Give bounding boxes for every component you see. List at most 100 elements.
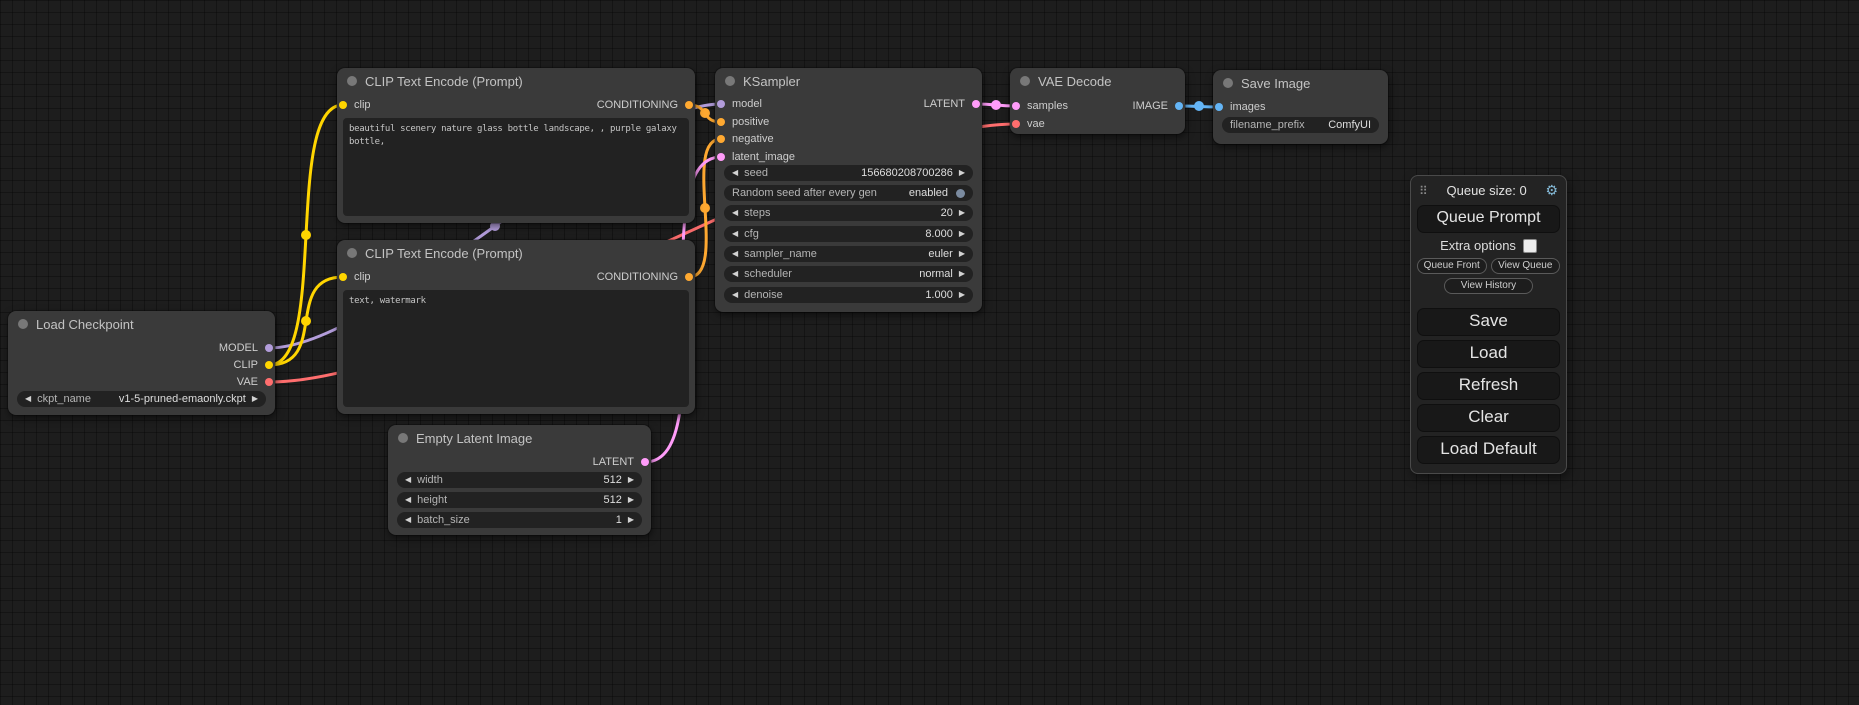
node-title-bar[interactable]: KSampler — [715, 68, 982, 94]
collapse-dot-icon[interactable] — [18, 319, 28, 329]
slot-output-model[interactable]: MODEL — [219, 340, 275, 356]
node-save-image[interactable]: Save Image images filename_prefix ComfyU… — [1213, 70, 1388, 144]
refresh-button[interactable]: Refresh — [1417, 372, 1560, 400]
slot-dot[interactable] — [1175, 102, 1183, 110]
slot-output-conditioning[interactable]: CONDITIONING — [597, 269, 695, 285]
slot-input-clip[interactable]: clip — [337, 269, 371, 285]
node-title-bar[interactable]: CLIP Text Encode (Prompt) — [337, 68, 695, 94]
decrement-arrow-icon[interactable]: ◀ — [405, 472, 411, 488]
load-button[interactable]: Load — [1417, 340, 1560, 368]
decrement-arrow-icon[interactable]: ◀ — [732, 226, 738, 242]
slot-input-model[interactable]: model — [715, 96, 762, 112]
slot-output-latent[interactable]: LATENT — [924, 96, 982, 112]
slot-input-negative[interactable]: negative — [715, 131, 774, 147]
slot-dot[interactable] — [717, 135, 725, 143]
slot-output-vae[interactable]: VAE — [237, 374, 275, 390]
queue-front-button[interactable]: Queue Front — [1417, 258, 1487, 274]
node-clip-text-encode-positive[interactable]: CLIP Text Encode (Prompt) clip CONDITION… — [337, 68, 695, 223]
slot-output-latent[interactable]: LATENT — [593, 454, 651, 470]
node-clip-text-encode-negative[interactable]: CLIP Text Encode (Prompt) clip CONDITION… — [337, 240, 695, 414]
node-title-bar[interactable]: Empty Latent Image — [388, 425, 651, 451]
increment-arrow-icon[interactable]: ▶ — [252, 391, 258, 407]
slot-dot[interactable] — [717, 118, 725, 126]
node-title-bar[interactable]: VAE Decode — [1010, 68, 1185, 94]
widget-random-seed-toggle[interactable]: Random seed after every gen enabled — [724, 185, 973, 201]
collapse-dot-icon[interactable] — [1223, 78, 1233, 88]
toggle-indicator-icon[interactable] — [956, 189, 965, 198]
view-history-button[interactable]: View History — [1444, 278, 1533, 294]
increment-arrow-icon[interactable]: ▶ — [628, 512, 634, 528]
slot-dot[interactable] — [717, 153, 725, 161]
prompt-textarea[interactable]: text, watermark — [343, 290, 689, 407]
increment-arrow-icon[interactable]: ▶ — [959, 165, 965, 181]
slot-input-latent-image[interactable]: latent_image — [715, 149, 795, 165]
decrement-arrow-icon[interactable]: ◀ — [732, 246, 738, 262]
clear-button[interactable]: Clear — [1417, 404, 1560, 432]
slot-dot[interactable] — [641, 458, 649, 466]
increment-arrow-icon[interactable]: ▶ — [628, 472, 634, 488]
slot-dot[interactable] — [339, 273, 347, 281]
slot-output-image[interactable]: IMAGE — [1133, 98, 1185, 114]
widget-ckpt-name[interactable]: ◀ ckpt_name v1-5-pruned-emaonly.ckpt ▶ — [17, 391, 266, 407]
decrement-arrow-icon[interactable]: ◀ — [405, 492, 411, 508]
slot-dot[interactable] — [972, 100, 980, 108]
widget-scheduler[interactable]: ◀ scheduler normal ▶ — [724, 266, 973, 282]
node-load-checkpoint[interactable]: Load Checkpoint MODEL CLIP VAE ◀ ckpt_na… — [8, 311, 275, 415]
slot-input-samples[interactable]: samples — [1010, 98, 1068, 114]
widget-filename-prefix[interactable]: filename_prefix ComfyUI — [1222, 117, 1379, 133]
increment-arrow-icon[interactable]: ▶ — [959, 205, 965, 221]
slot-dot[interactable] — [265, 344, 273, 352]
collapse-dot-icon[interactable] — [398, 433, 408, 443]
slot-input-vae[interactable]: vae — [1010, 116, 1045, 132]
widget-denoise[interactable]: ◀ denoise 1.000 ▶ — [724, 287, 973, 303]
decrement-arrow-icon[interactable]: ◀ — [732, 165, 738, 181]
node-empty-latent-image[interactable]: Empty Latent Image LATENT ◀ width 512 ▶ … — [388, 425, 651, 535]
slot-dot[interactable] — [265, 378, 273, 386]
slot-dot[interactable] — [1215, 103, 1223, 111]
node-title-bar[interactable]: CLIP Text Encode (Prompt) — [337, 240, 695, 266]
drag-handle-icon[interactable]: ⠿ — [1419, 184, 1428, 198]
settings-gear-icon[interactable]: ⚙ — [1545, 182, 1558, 199]
increment-arrow-icon[interactable]: ▶ — [959, 226, 965, 242]
widget-seed[interactable]: ◀ seed 156680208700286 ▶ — [724, 165, 973, 181]
load-default-button[interactable]: Load Default — [1417, 436, 1560, 464]
save-button[interactable]: Save — [1417, 308, 1560, 336]
decrement-arrow-icon[interactable]: ◀ — [405, 512, 411, 528]
slot-input-clip[interactable]: clip — [337, 97, 371, 113]
slot-input-positive[interactable]: positive — [715, 114, 769, 130]
slot-dot[interactable] — [1012, 102, 1020, 110]
widget-batch-size[interactable]: ◀ batch_size 1 ▶ — [397, 512, 642, 528]
node-ksampler[interactable]: KSampler model LATENT positive negative … — [715, 68, 982, 312]
node-vae-decode[interactable]: VAE Decode samples IMAGE vae — [1010, 68, 1185, 134]
decrement-arrow-icon[interactable]: ◀ — [732, 266, 738, 282]
node-title-bar[interactable]: Save Image — [1213, 70, 1388, 96]
widget-width[interactable]: ◀ width 512 ▶ — [397, 472, 642, 488]
collapse-dot-icon[interactable] — [725, 76, 735, 86]
increment-arrow-icon[interactable]: ▶ — [628, 492, 634, 508]
slot-output-conditioning[interactable]: CONDITIONING — [597, 97, 695, 113]
queue-prompt-button[interactable]: Queue Prompt — [1417, 205, 1560, 233]
slot-dot[interactable] — [685, 101, 693, 109]
collapse-dot-icon[interactable] — [1020, 76, 1030, 86]
increment-arrow-icon[interactable]: ▶ — [959, 246, 965, 262]
decrement-arrow-icon[interactable]: ◀ — [25, 391, 31, 407]
increment-arrow-icon[interactable]: ▶ — [959, 266, 965, 282]
decrement-arrow-icon[interactable]: ◀ — [732, 205, 738, 221]
slot-dot[interactable] — [1012, 120, 1020, 128]
slot-dot[interactable] — [717, 100, 725, 108]
view-queue-button[interactable]: View Queue — [1491, 258, 1561, 274]
collapse-dot-icon[interactable] — [347, 248, 357, 258]
widget-steps[interactable]: ◀ steps 20 ▶ — [724, 205, 973, 221]
slot-dot[interactable] — [339, 101, 347, 109]
collapse-dot-icon[interactable] — [347, 76, 357, 86]
widget-cfg[interactable]: ◀ cfg 8.000 ▶ — [724, 226, 973, 242]
increment-arrow-icon[interactable]: ▶ — [959, 287, 965, 303]
widget-sampler-name[interactable]: ◀ sampler_name euler ▶ — [724, 246, 973, 262]
node-title-bar[interactable]: Load Checkpoint — [8, 311, 275, 337]
extra-options-checkbox[interactable] — [1523, 239, 1537, 253]
slot-dot[interactable] — [685, 273, 693, 281]
slot-input-images[interactable]: images — [1213, 99, 1265, 115]
prompt-textarea[interactable]: beautiful scenery nature glass bottle la… — [343, 118, 689, 216]
decrement-arrow-icon[interactable]: ◀ — [732, 287, 738, 303]
slot-dot[interactable] — [265, 361, 273, 369]
